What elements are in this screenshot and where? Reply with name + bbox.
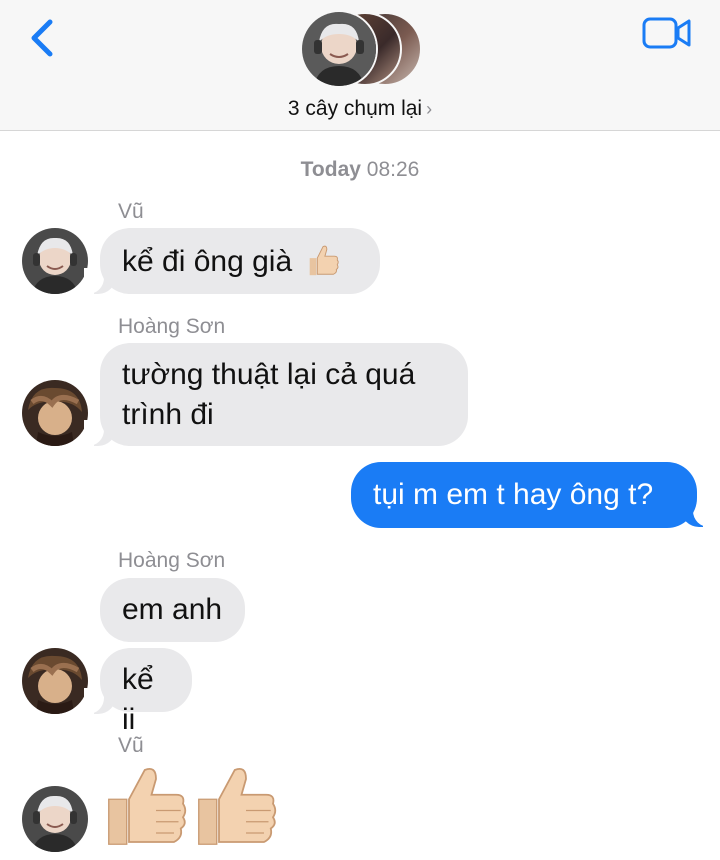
message-bubble[interactable]: kể đi ông già xyxy=(100,228,380,294)
video-camera-icon[interactable] xyxy=(642,16,692,50)
timestamp-time: 08:26 xyxy=(366,158,420,181)
sender-avatar[interactable] xyxy=(22,786,88,852)
group-name-button[interactable]: 3 cây chụm lại › xyxy=(0,97,720,121)
thumbs-up-icon[interactable] xyxy=(192,760,282,852)
thumbs-up-icon[interactable] xyxy=(102,760,192,852)
message-bubble[interactable]: tường thuật lại cả quá trình đi xyxy=(100,343,468,446)
message-bubble[interactable]: em anh xyxy=(100,578,245,642)
group-avatar-stack[interactable] xyxy=(300,10,422,88)
member-avatar-1 xyxy=(300,10,378,88)
sender-name: Vũ xyxy=(118,200,144,223)
sender-name: Hoàng Sơn xyxy=(118,549,226,572)
message-bubble[interactable]: kể ii xyxy=(100,648,192,736)
message-text: kể đi ông già xyxy=(122,245,293,278)
outgoing-message-bubble[interactable]: tụi m em t hay ông t? xyxy=(351,462,697,528)
sender-avatar[interactable] xyxy=(22,228,88,294)
back-chevron-icon[interactable] xyxy=(24,16,64,60)
sender-avatar[interactable] xyxy=(22,648,88,714)
message-text-line: trình đi xyxy=(122,398,214,431)
sender-avatar[interactable] xyxy=(22,380,88,446)
message-text: em anh xyxy=(122,593,223,626)
message-timestamp: Today 08:26 xyxy=(0,158,720,182)
thumbs-up-icon xyxy=(310,245,340,276)
conversation-header: 3 cây chụm lại › xyxy=(0,0,720,131)
chevron-right-icon: › xyxy=(426,99,433,119)
sender-name: Hoàng Sơn xyxy=(118,315,226,338)
message-text: kể ii xyxy=(122,663,154,736)
timestamp-day: Today xyxy=(300,158,361,181)
sender-name: Vũ xyxy=(118,734,144,757)
message-text: tụi m em t hay ông t? xyxy=(373,478,654,511)
message-text-line: tường thuật lại cả quá xyxy=(122,358,416,391)
group-name-text: 3 cây chụm lại xyxy=(287,97,423,120)
